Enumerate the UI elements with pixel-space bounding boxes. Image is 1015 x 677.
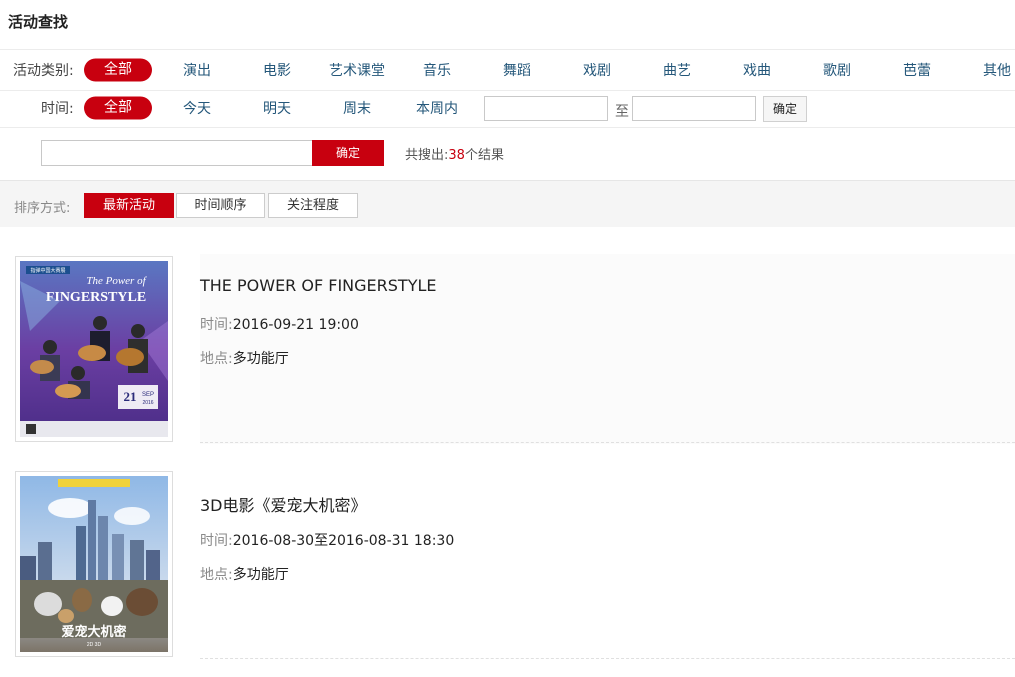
- event-time: 时间:2016-09-21 19:00: [200, 314, 359, 334]
- time-option-weekend[interactable]: 周末: [317, 98, 397, 118]
- pets-movie-poster-image: 爱宠大机密 2D 3D: [20, 476, 168, 652]
- event-place: 地点:多功能厅: [200, 564, 289, 584]
- date-range-separator: 至: [615, 104, 629, 120]
- poster-title-line2: FINGERSTYLE: [46, 290, 146, 305]
- category-option-opera-chinese[interactable]: 戏曲: [717, 60, 797, 80]
- event-place: 地点:多功能厅: [200, 348, 289, 368]
- poster-movie-title: 爱宠大机密: [61, 624, 126, 640]
- sort-bar: 排序方式: 最新活动 时间顺序 关注程度: [0, 181, 1015, 227]
- poster-date-day: 21: [124, 389, 137, 404]
- date-confirm-button[interactable]: 确定: [763, 96, 807, 122]
- place-value: 多功能厅: [232, 351, 289, 367]
- category-option-art-class[interactable]: 艺术课堂: [317, 60, 397, 80]
- category-option-dance[interactable]: 舞蹈: [477, 60, 557, 80]
- search-input[interactable]: [41, 140, 313, 166]
- time-option-all[interactable]: 全部: [84, 96, 152, 120]
- time-key: 时间:: [200, 317, 233, 333]
- category-label: 活动类别:: [13, 63, 74, 79]
- sort-time-order-button[interactable]: 时间顺序: [176, 193, 265, 218]
- time-option-this-week[interactable]: 本周内: [397, 98, 477, 118]
- category-option-other[interactable]: 其他: [957, 60, 1015, 80]
- sort-label: 排序方式:: [14, 201, 71, 216]
- poster-date-year: 2016: [142, 400, 153, 406]
- date-from-input[interactable]: [484, 96, 608, 121]
- event-title[interactable]: 3D电影《爱宠大机密》: [200, 492, 367, 516]
- time-key: 时间:: [200, 533, 233, 549]
- result-suffix: 个结果: [464, 148, 504, 163]
- page-title: 活动查找: [8, 13, 69, 31]
- time-option-tomorrow[interactable]: 明天: [237, 98, 317, 118]
- poster-movie-sub: 2D 3D: [87, 642, 102, 648]
- poster-title-line1: The Power of: [86, 275, 147, 287]
- poster-header-text: 指弹中国大赛展: [30, 267, 65, 274]
- result-summary: 共搜出:38个结果: [405, 144, 504, 163]
- category-option-movie[interactable]: 电影: [237, 60, 317, 80]
- date-to-input[interactable]: [632, 96, 756, 121]
- item-divider: [200, 658, 1015, 659]
- category-option-ballet[interactable]: 芭蕾: [877, 60, 957, 80]
- result-prefix: 共搜出:: [405, 148, 449, 163]
- time-filter-row: 时间: 全部 今天 明天 周末 本周内 至 确定: [0, 89, 1015, 128]
- category-option-all[interactable]: 全部: [84, 58, 152, 82]
- place-key: 地点:: [200, 567, 233, 583]
- sort-latest-button[interactable]: 最新活动: [84, 193, 174, 218]
- category-option-music[interactable]: 音乐: [397, 60, 477, 80]
- item-divider: [200, 442, 1015, 443]
- result-count: 38: [448, 148, 465, 163]
- fingerstyle-poster-image: 指弹中国大赛展 The Power of FINGERSTYLE 21 SEP …: [20, 261, 168, 437]
- time-label: 时间:: [41, 101, 74, 117]
- sort-popularity-button[interactable]: 关注程度: [268, 193, 358, 218]
- category-option-performance[interactable]: 演出: [157, 60, 237, 80]
- category-option-quyi[interactable]: 曲艺: [637, 60, 717, 80]
- place-value: 多功能厅: [232, 567, 289, 583]
- time-value: 2016-09-21 19:00: [232, 317, 359, 333]
- time-option-today[interactable]: 今天: [157, 98, 237, 118]
- time-value: 2016-08-30至2016-08-31 18:30: [232, 533, 455, 549]
- search-row: 确定 共搜出:38个结果: [0, 127, 1015, 181]
- event-poster[interactable]: 指弹中国大赛展 The Power of FINGERSTYLE 21 SEP …: [15, 256, 173, 442]
- event-poster[interactable]: 爱宠大机密 2D 3D: [15, 471, 173, 657]
- event-title[interactable]: THE POWER OF FINGERSTYLE: [200, 276, 437, 295]
- event-time: 时间:2016-08-30至2016-08-31 18:30: [200, 530, 454, 550]
- category-option-opera[interactable]: 歌剧: [797, 60, 877, 80]
- category-option-drama[interactable]: 戏剧: [557, 60, 637, 80]
- place-key: 地点:: [200, 351, 233, 367]
- search-button[interactable]: 确定: [312, 140, 384, 166]
- poster-date-month: SEP: [142, 392, 154, 398]
- category-filter-row: 活动类别: 全部 演出 电影 艺术课堂 音乐 舞蹈 戏剧 曲艺 戏曲 歌剧 芭蕾…: [0, 49, 1015, 91]
